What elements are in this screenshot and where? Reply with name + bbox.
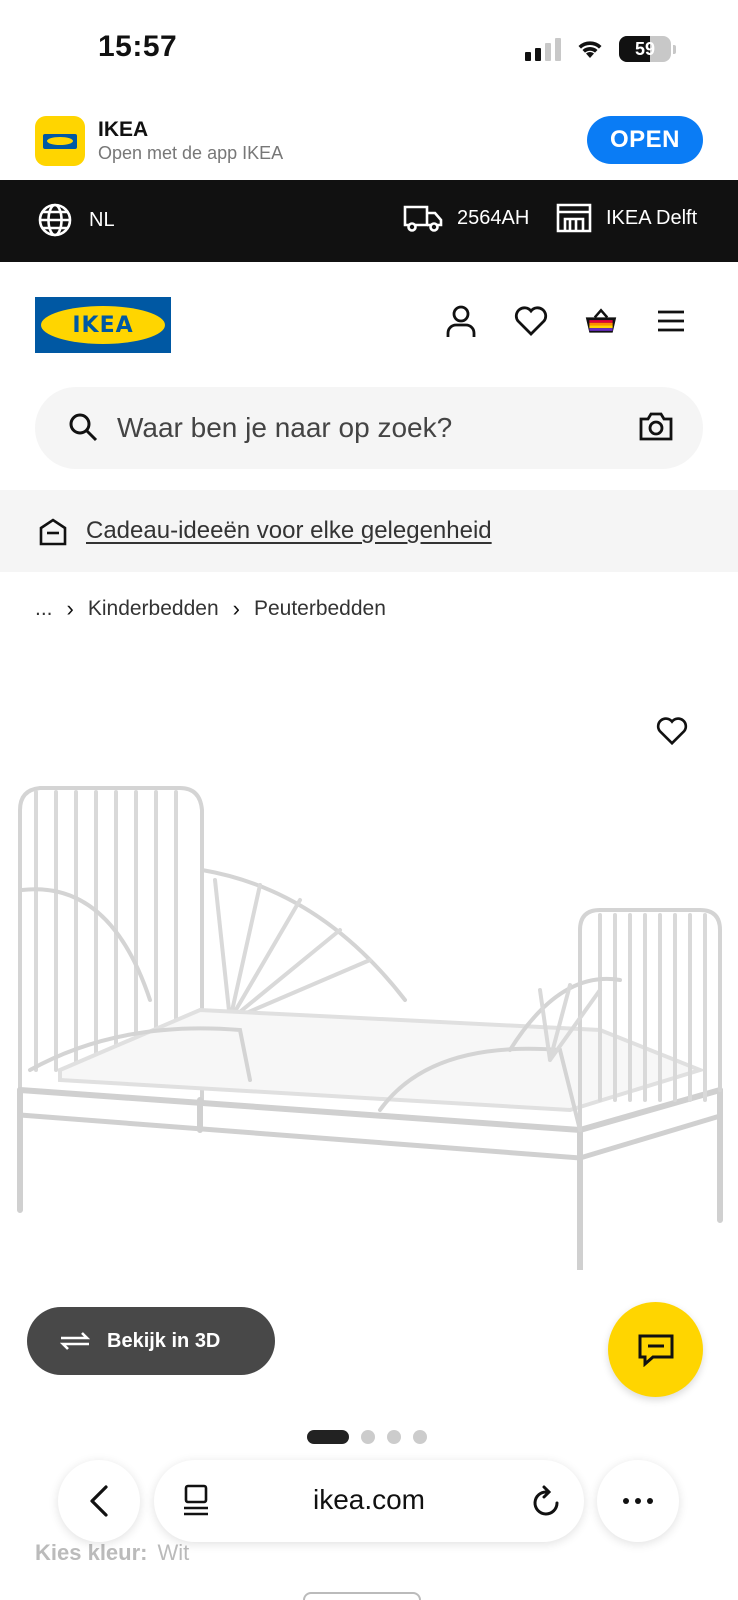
globe-icon (38, 203, 72, 237)
browser-address-bar[interactable]: ikea.com (154, 1460, 584, 1542)
postcode-label: 2564AH (457, 206, 530, 229)
browser-back-button[interactable] (58, 1460, 140, 1542)
breadcrumb: ... › Kinderbedden › Peuterbedden (35, 596, 386, 622)
camera-search-icon[interactable] (639, 411, 673, 441)
delivery-postcode[interactable]: 2564AH (403, 202, 529, 234)
breadcrumb-item-kinderbedden[interactable]: Kinderbedden (88, 597, 219, 621)
status-time: 15:57 (98, 30, 178, 63)
view-in-3d-label: Bekijk in 3D (107, 1329, 221, 1352)
search-bar[interactable] (35, 387, 703, 469)
promo-link[interactable]: Cadeau-ideeën voor elke gelegenheid (86, 517, 492, 545)
language-selector[interactable]: NL (37, 202, 115, 238)
app-name: IKEA (98, 118, 149, 141)
open-app-button[interactable]: OPEN (587, 116, 703, 164)
gallery-dot[interactable] (413, 1430, 427, 1444)
promo-banner: Cadeau-ideeën voor elke gelegenheid (0, 490, 738, 572)
user-icon[interactable] (444, 304, 478, 338)
gallery-dot-active[interactable] (307, 1430, 349, 1444)
chat-button[interactable] (608, 1302, 703, 1397)
gallery-dot[interactable] (387, 1430, 401, 1444)
chat-bubble-icon (638, 1334, 673, 1367)
browser-more-button[interactable] (597, 1460, 679, 1542)
product-gallery (0, 620, 738, 1420)
color-selector-label: Kies kleur: Wit (35, 1540, 189, 1566)
add-to-wishlist-heart-icon[interactable] (656, 716, 688, 746)
wifi-icon (578, 41, 602, 58)
search-input[interactable] (117, 407, 597, 449)
store-icon (556, 203, 592, 233)
breadcrumb-ellipsis[interactable]: ... (35, 597, 53, 621)
color-label: Kies kleur: (35, 1540, 148, 1565)
cellular-signal-icon (525, 37, 561, 61)
ikea-app-icon (35, 116, 85, 166)
reload-icon[interactable] (532, 1483, 562, 1517)
battery-percent: 59 (634, 38, 656, 59)
basket-icon[interactable] (584, 304, 618, 338)
browser-toolbar: ikea.com (0, 1460, 738, 1542)
chevron-right-icon: › (66, 596, 74, 621)
color-value: Wit (157, 1540, 190, 1565)
browser-url: ikea.com (312, 1484, 426, 1515)
gallery-dot[interactable] (361, 1430, 375, 1444)
store-selector[interactable]: IKEA Delft (556, 202, 697, 234)
language-label: NL (89, 208, 115, 231)
app-subtitle: Open met de app IKEA (98, 143, 284, 163)
truck-icon (403, 205, 443, 232)
breadcrumb-item-peuterbedden[interactable]: Peuterbedden (254, 597, 386, 621)
color-swatch[interactable] (303, 1592, 421, 1600)
ikea-logo[interactable]: IKEA (35, 297, 171, 353)
gallery-pagination (307, 1430, 427, 1444)
dot (647, 1498, 653, 1504)
menu-icon[interactable] (654, 304, 688, 338)
location-bar: NL 2564AH IKEA Delft (0, 180, 738, 262)
dot (635, 1498, 641, 1504)
store-label: IKEA Delft (606, 206, 698, 229)
gift-box-icon (39, 518, 67, 546)
chevron-left-icon (90, 1485, 108, 1517)
status-bar: 15:57 59 (0, 0, 738, 100)
chevron-right-icon: › (232, 596, 240, 621)
battery-icon: 59 (619, 36, 671, 62)
smart-app-banner: IKEA Open met de app IKEA OPEN (0, 100, 738, 180)
search-icon (69, 413, 98, 442)
rotate-3d-icon (59, 1332, 91, 1350)
site-header: IKEA (0, 262, 738, 382)
status-indicators: 59 (525, 36, 676, 62)
product-image-bed[interactable] (0, 770, 738, 1270)
heart-icon[interactable] (514, 304, 548, 338)
view-in-3d-button[interactable]: Bekijk in 3D (27, 1307, 275, 1375)
battery-tip (673, 44, 676, 54)
header-actions (444, 304, 688, 338)
logo-text: IKEA (72, 312, 134, 338)
dot (623, 1498, 629, 1504)
